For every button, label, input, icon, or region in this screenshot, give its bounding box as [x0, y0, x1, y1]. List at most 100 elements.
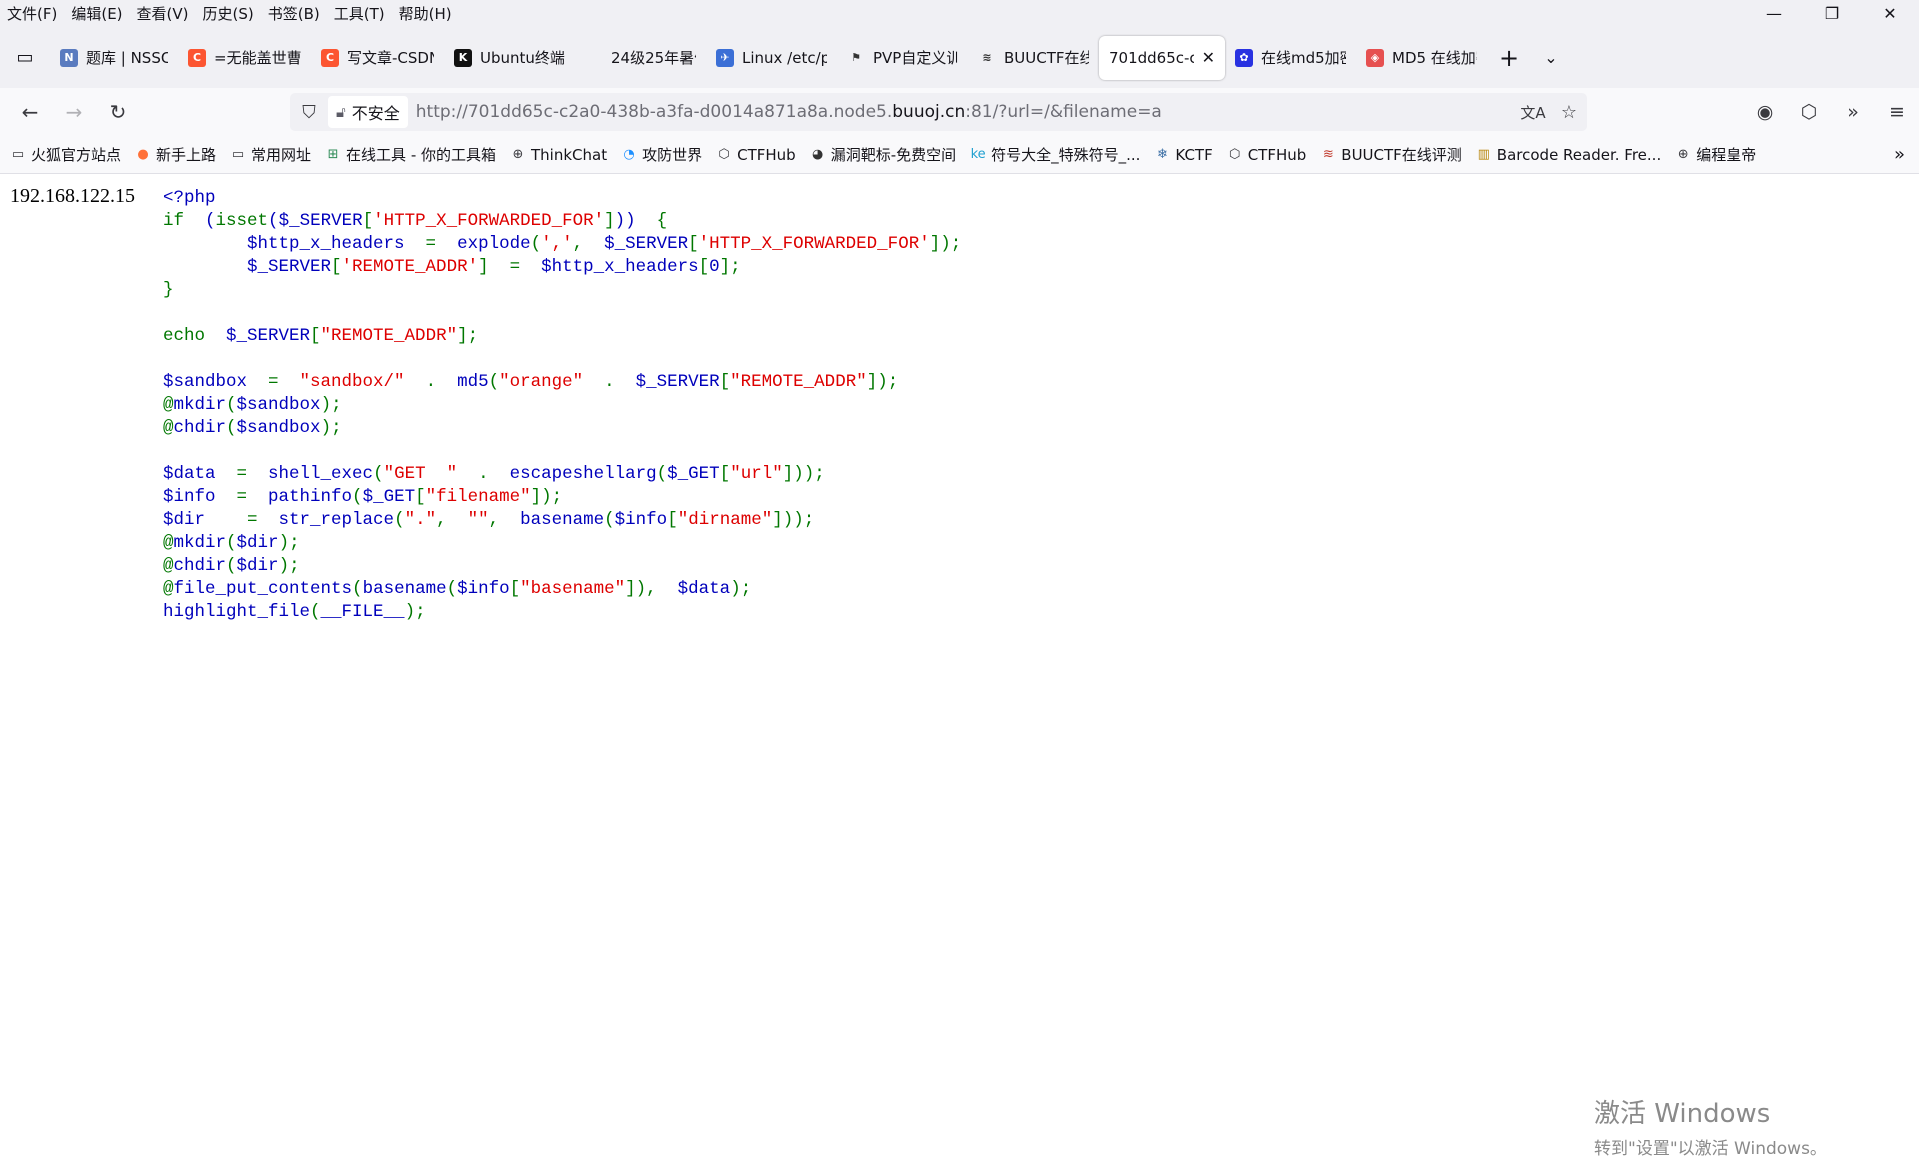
- tab-strip: ▭ N 题库 | NSSCTF C =无能盖世曹逞 C 写文章-CSDN创 K Ubuntu终…: [0, 27, 1919, 88]
- menu-item[interactable]: 工具(T): [327, 3, 392, 24]
- tab-8[interactable]: ≋ BUUCTF在线评: [968, 36, 1099, 80]
- menu-item[interactable]: 文件(F): [0, 3, 64, 24]
- code-token: [: [719, 464, 731, 484]
- baidu-icon: ✿: [1235, 48, 1253, 67]
- tab-2[interactable]: C =无能盖世曹逞: [178, 36, 311, 80]
- url-text[interactable]: http://701dd65c-c2a0-438b-a3fa-d0014a871…: [416, 102, 1515, 122]
- bookmark-label: 攻防世界: [642, 146, 703, 164]
- code-token: );: [320, 418, 342, 438]
- tab-label: 写文章-CSDN创: [347, 49, 434, 67]
- code-line: if (isset($_SERVER['HTTP_X_FORWARDED_FOR…: [163, 210, 961, 233]
- bookmark-label: 常用网址: [251, 146, 312, 164]
- code-line: @chdir($dir);: [163, 555, 961, 578]
- tab-6[interactable]: ✈ Linux /etc/pass: [706, 36, 837, 80]
- bookmark-label: 符号大全_特殊符号_...: [991, 146, 1141, 164]
- tab-10[interactable]: ✿ 在线md5加密_: [1225, 36, 1356, 80]
- buuctf-icon: ≋: [978, 48, 996, 67]
- bookmark-item[interactable]: ⊕ 编程皇帝: [1675, 144, 1756, 165]
- tab-11[interactable]: ◈ MD5 在线加密工: [1356, 36, 1487, 80]
- account-icon[interactable]: ◉: [1743, 92, 1787, 132]
- code-token: (: [310, 602, 321, 622]
- back-button[interactable]: ←: [8, 92, 52, 132]
- bookmark-item[interactable]: ▥ Barcode Reader. Fre...: [1476, 145, 1662, 164]
- shield-icon[interactable]: ⛉: [290, 102, 328, 123]
- code-token: str_replace: [278, 510, 395, 530]
- code-line: $dir = str_replace(".", "", basename($in…: [163, 509, 961, 532]
- code-token: ".": [404, 510, 437, 530]
- code-line: @chdir($sandbox);: [163, 417, 961, 440]
- bookmark-item[interactable]: ⊕ ThinkChat: [510, 146, 608, 164]
- code-token: $dir: [236, 556, 279, 576]
- insecure-badge[interactable]: 🔓︎ 不安全: [328, 96, 408, 128]
- code-token: 'HTTP_X_FORWARDED_FOR': [698, 234, 930, 254]
- ctfhub-icon: ⬡: [718, 147, 730, 162]
- bookmark-item[interactable]: ◕ 漏洞靶标-免费空间: [810, 144, 956, 165]
- bookmark-item[interactable]: ⬡ CTFHub: [716, 145, 796, 164]
- chevron-down-icon[interactable]: ⌄: [1531, 48, 1571, 67]
- tab-1[interactable]: N 题库 | NSSCTF: [50, 36, 178, 80]
- code-line: $sandbox = "sandbox/" . md5("orange" . $…: [163, 371, 961, 394]
- code-token: )): [614, 211, 636, 231]
- menu-item[interactable]: 历史(S): [196, 3, 261, 24]
- menu-item[interactable]: 书签(B): [261, 3, 327, 24]
- bookmark-star-icon[interactable]: ☆: [1551, 102, 1587, 123]
- tab-label: 24级25年暑假学习计: [611, 49, 696, 67]
- menu-icon[interactable]: ≡: [1875, 92, 1919, 132]
- code-line: $data = shell_exec("GET " . escapeshella…: [163, 463, 961, 486]
- extensions-icon[interactable]: ⬡: [1787, 92, 1831, 132]
- bookmark-item[interactable]: ◔ 攻防世界: [621, 144, 702, 165]
- bookmark-item[interactable]: ke 符号大全_特殊符号_...: [970, 144, 1141, 165]
- code-token: highlight_file: [163, 602, 311, 622]
- bookmark-label: Barcode Reader. Fre...: [1496, 145, 1662, 164]
- tab-9[interactable]: 701dd65c-c2a0- ✕: [1099, 35, 1225, 80]
- tab-3[interactable]: C 写文章-CSDN创: [311, 36, 444, 80]
- tab-list-icon[interactable]: ▭: [0, 36, 50, 80]
- menu-item[interactable]: 编辑(E): [64, 3, 129, 24]
- translate-icon[interactable]: 文A: [1515, 102, 1551, 123]
- folder-icon: ▭: [11, 147, 25, 162]
- bookmark-item[interactable]: ⊞ 在线工具 - 你的工具箱: [325, 144, 496, 165]
- code-token: ];: [457, 326, 479, 346]
- reload-button[interactable]: ↻: [96, 92, 140, 132]
- tab-label: 在线md5加密_: [1261, 49, 1346, 67]
- new-tab-button[interactable]: +: [1487, 44, 1531, 72]
- close-icon[interactable]: ✕: [1202, 48, 1215, 67]
- restore-button[interactable]: ❐: [1803, 0, 1861, 27]
- bookmark-label: CTFHub: [737, 145, 796, 164]
- minimize-button[interactable]: —: [1745, 0, 1803, 27]
- code-token: basename: [362, 579, 447, 599]
- bookmark-item[interactable]: ≋ BUUCTF在线评测: [1320, 144, 1462, 165]
- menu-item[interactable]: 帮助(H): [392, 3, 459, 24]
- bookmark-item[interactable]: ▭ 常用网址: [230, 144, 311, 165]
- code-token: $_SERVER: [163, 257, 332, 277]
- code-token: );: [278, 556, 300, 576]
- bookmarks-more-icon[interactable]: »: [1894, 144, 1905, 165]
- bookmark-item[interactable]: ● 新手上路: [135, 144, 216, 165]
- bookmark-item[interactable]: ❄ KCTF: [1154, 146, 1213, 164]
- code-token: "filename": [425, 487, 531, 507]
- folder-icon: ▭: [231, 147, 245, 162]
- bookmark-item[interactable]: ▭ 火狐官方站点: [10, 144, 121, 165]
- vuln-icon: ◕: [812, 147, 824, 162]
- code-token: $_SERVER: [635, 372, 720, 392]
- bookmark-item[interactable]: ⬡ CTFHub: [1227, 146, 1306, 164]
- code-token: .: [404, 372, 458, 392]
- url-prefix: http://701dd65c-c2a0-438b-a3fa-d0014a871…: [415, 102, 893, 122]
- code-token: =: [247, 372, 300, 392]
- code-token: (: [226, 418, 237, 438]
- code-token: $data: [677, 579, 731, 599]
- code-line: $_SERVER['REMOTE_ADDR'] = $http_x_header…: [163, 256, 961, 279]
- code-token: basename: [520, 510, 605, 530]
- watermark-subtitle: 转到"设置"以激活 Windows。: [1594, 1139, 1827, 1159]
- code-token: (: [352, 579, 363, 599]
- tab-5[interactable]: 24级25年暑假学习计: [575, 36, 706, 80]
- tabs: N 题库 | NSSCTF C =无能盖世曹逞 C 写文章-CSDN创 K Ubuntu终端v…: [50, 35, 1487, 80]
- overflow-icon[interactable]: »: [1831, 92, 1875, 132]
- tab-4[interactable]: K Ubuntu终端vir: [444, 36, 575, 80]
- forward-button[interactable]: →: [52, 92, 96, 132]
- menu-item[interactable]: 查看(V): [130, 3, 196, 24]
- url-bar[interactable]: ⛉ 🔓︎ 不安全 http://701dd65c-c2a0-438b-a3fa-…: [290, 93, 1587, 131]
- tab-7[interactable]: ⚑ PVP自定义训练: [837, 36, 968, 80]
- close-window-button[interactable]: ✕: [1861, 0, 1919, 27]
